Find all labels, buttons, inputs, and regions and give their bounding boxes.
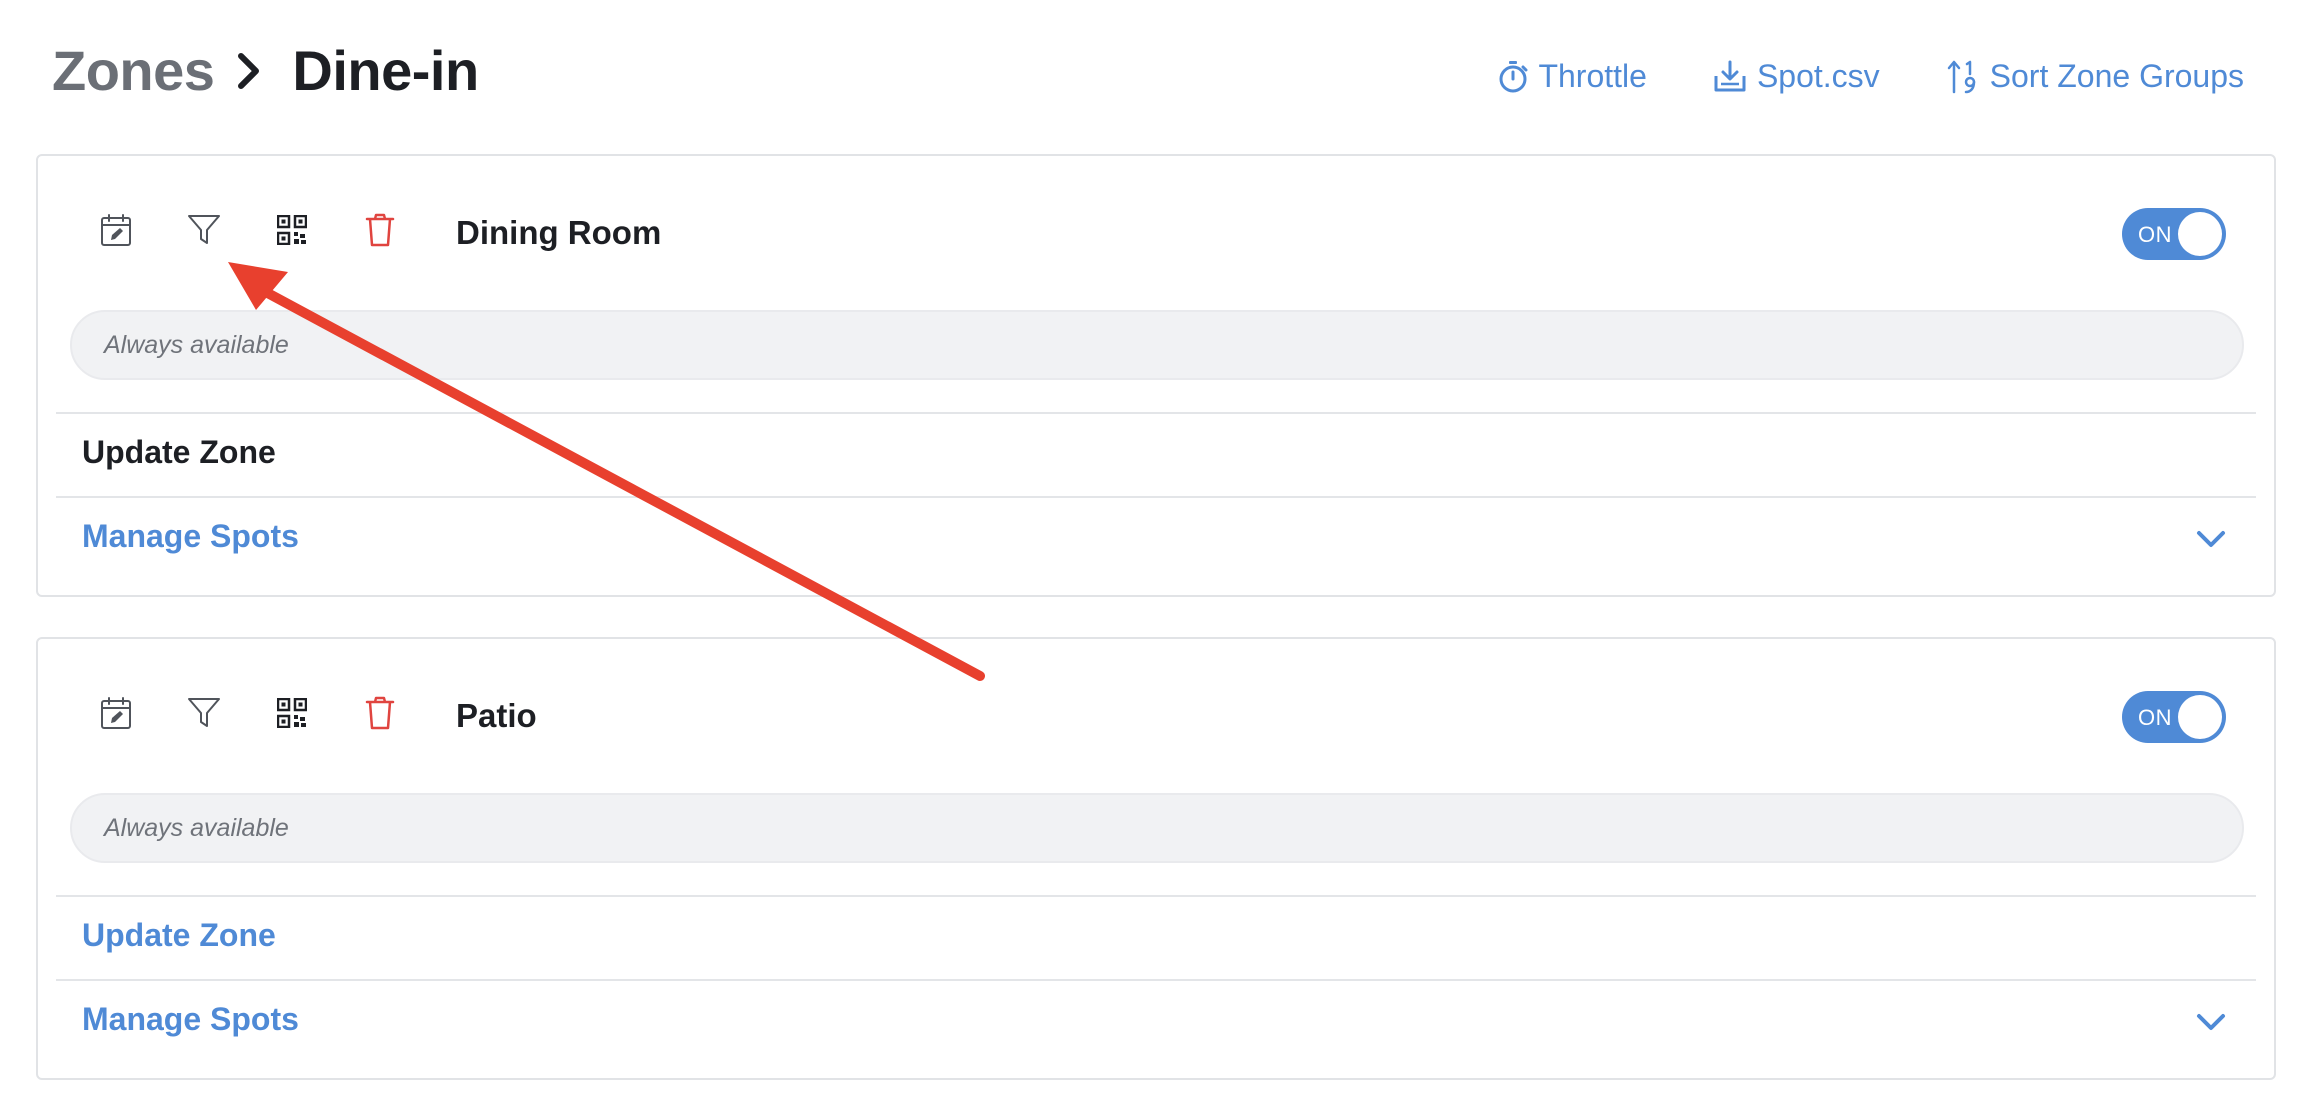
sort-zone-groups-label: Sort Zone Groups (1989, 58, 2244, 94)
chevron-right-icon (236, 43, 270, 99)
zone-name: Dining Room (456, 214, 662, 251)
update-zone-link[interactable]: Update Zone (82, 917, 276, 954)
zone-card: Dining Room ON Always available Update Z… (36, 154, 2276, 597)
divider (56, 496, 2256, 498)
zone-name: Patio (456, 697, 537, 734)
divider (56, 412, 2256, 414)
throttle-label: Throttle (1538, 58, 1647, 94)
zones-page: Zones Dine-in Throttle Spot.csv Sort Zon… (0, 0, 2310, 1096)
availability-text: Always available (104, 330, 289, 359)
toggle-knob (2178, 695, 2222, 739)
toggle-label: ON (2138, 222, 2172, 247)
filter-icon (187, 696, 221, 735)
zone-header: Patio ON (38, 639, 2274, 789)
manage-spots-link[interactable]: Manage Spots (82, 518, 299, 555)
spot-csv-download-button[interactable]: Spot.csv (1713, 58, 1880, 95)
toggle-knob (2178, 212, 2222, 256)
divider (56, 979, 2256, 981)
filter-button[interactable] (184, 695, 224, 735)
breadcrumb-zones-link[interactable]: Zones (52, 38, 215, 103)
divider (56, 895, 2256, 897)
chevron-down-icon[interactable] (2194, 522, 2228, 556)
availability-text: Always available (104, 813, 289, 842)
zone-toggle[interactable]: ON (2122, 208, 2226, 260)
zone-header: Dining Room ON (38, 156, 2274, 306)
chevron-down-icon[interactable] (2194, 1005, 2228, 1039)
qr-code-icon (276, 697, 308, 733)
sort-zone-groups-button[interactable]: Sort Zone Groups (1946, 58, 2244, 95)
zone-toggle[interactable]: ON (2122, 691, 2226, 743)
schedule-button[interactable] (96, 212, 136, 252)
delete-zone-button[interactable] (360, 212, 400, 252)
sort-numeric-icon (1946, 60, 1980, 94)
qr-code-button[interactable] (272, 695, 312, 735)
breadcrumb: Zones Dine-in (52, 38, 479, 103)
header-actions: Throttle Spot.csv Sort Zone Groups (1498, 58, 2244, 95)
qr-code-icon (276, 214, 308, 250)
availability-field[interactable]: Always available (70, 310, 2244, 380)
update-zone-link[interactable]: Update Zone (82, 434, 276, 471)
schedule-button[interactable] (96, 695, 136, 735)
calendar-edit-icon (100, 213, 132, 252)
manage-spots-link[interactable]: Manage Spots (82, 1001, 299, 1038)
availability-field[interactable]: Always available (70, 793, 2244, 863)
trash-icon (365, 213, 395, 252)
calendar-edit-icon (100, 696, 132, 735)
trash-icon (365, 696, 395, 735)
stopwatch-icon (1498, 60, 1528, 94)
throttle-button[interactable]: Throttle (1498, 58, 1647, 95)
qr-code-button[interactable] (272, 212, 312, 252)
filter-button[interactable] (184, 212, 224, 252)
spot-csv-label: Spot.csv (1756, 58, 1880, 94)
page-header: Zones Dine-in Throttle Spot.csv Sort Zon… (0, 0, 2310, 150)
filter-icon (187, 213, 221, 252)
zone-card: Patio ON Always available Update Zone Ma… (36, 637, 2276, 1080)
page-title: Dine-in (292, 39, 479, 102)
delete-zone-button[interactable] (360, 695, 400, 735)
download-icon (1713, 60, 1747, 94)
toggle-label: ON (2138, 705, 2172, 730)
